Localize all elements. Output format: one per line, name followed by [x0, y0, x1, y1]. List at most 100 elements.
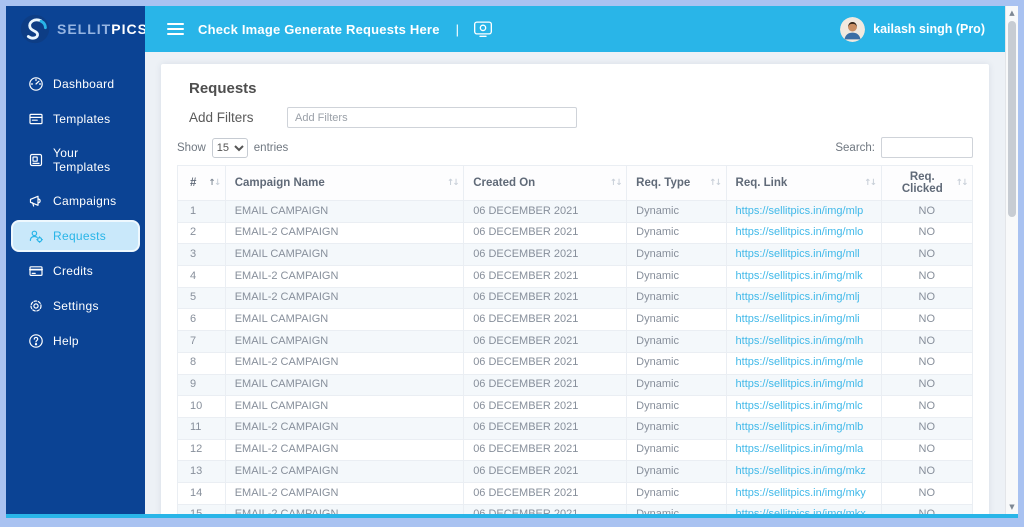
column-header[interactable]: Req. Link ↑↓: [725, 165, 882, 201]
row-number: 8: [177, 351, 226, 375]
req-link[interactable]: https://sellitpics.in/img/mlb: [736, 421, 864, 434]
row-number: 4: [177, 265, 226, 288]
column-header[interactable]: Req. Clicked ↑↓: [880, 165, 974, 201]
campaign-name: EMAIL-2 CAMPAIGN: [224, 351, 465, 375]
row-number: 5: [177, 286, 226, 310]
req-type: Dynamic: [626, 221, 727, 245]
req-clicked: NO: [880, 200, 974, 223]
column-header[interactable]: Req. Type ↑↓: [626, 165, 727, 201]
req-link[interactable]: https://sellitpics.in/img/mlp: [736, 205, 864, 217]
sidebar-item-credits[interactable]: Credits: [11, 255, 140, 287]
app-window: SELLITPICS Dashboard Templates Your Templa…: [6, 6, 1018, 518]
user-name: kailash singh (Pro): [873, 22, 985, 36]
created-on: 06 DECEMBER 2021: [463, 200, 628, 223]
vertical-scrollbar[interactable]: ▲ ▼: [1005, 6, 1018, 518]
req-clicked: NO: [880, 330, 974, 353]
brand-name: SELLITPICS: [57, 21, 148, 37]
created-on: 06 DECEMBER 2021: [463, 351, 628, 375]
created-on: 06 DECEMBER 2021: [463, 308, 628, 332]
column-header[interactable]: Campaign Name ↑↓: [224, 165, 465, 201]
sidebar-item-your-templates[interactable]: Your Templates: [11, 138, 140, 182]
sidebar-item-templates[interactable]: Templates: [11, 103, 140, 135]
image-generator-icon[interactable]: [473, 20, 493, 38]
scroll-up-icon[interactable]: ▲: [1006, 7, 1018, 19]
req-link[interactable]: https://sellitpics.in/img/mli: [736, 313, 860, 325]
entries-select[interactable]: 15: [211, 137, 248, 158]
sidebar-item-settings[interactable]: Settings: [11, 290, 140, 322]
req-type: Dynamic: [626, 395, 727, 418]
req-type: Dynamic: [626, 460, 727, 483]
scrollbar-thumb[interactable]: [1008, 21, 1016, 217]
req-clicked: NO: [880, 243, 974, 267]
req-link-cell: https://sellitpics.in/img/mll: [725, 243, 882, 267]
user-menu[interactable]: kailash singh (Pro): [840, 16, 985, 42]
table-row: 11 EMAIL-2 CAMPAIGN 06 DECEMBER 2021 Dynami…: [177, 416, 974, 440]
campaign-name: EMAIL-2 CAMPAIGN: [224, 460, 465, 483]
campaign-name: EMAIL-2 CAMPAIGN: [224, 221, 465, 245]
req-clicked: NO: [880, 395, 974, 418]
sidebar-item-dashboard[interactable]: Dashboard: [11, 68, 140, 100]
your-templates-icon: [28, 152, 44, 168]
req-link[interactable]: https://sellitpics.in/img/mlh: [736, 335, 864, 347]
req-link[interactable]: https://sellitpics.in/img/mld: [736, 378, 864, 390]
req-type: Dynamic: [626, 481, 727, 505]
sidebar-item-campaigns[interactable]: Campaigns: [11, 185, 140, 217]
table-row: 4 EMAIL-2 CAMPAIGN 06 DECEMBER 2021 Dynamic…: [177, 265, 974, 288]
table-row: 14 EMAIL-2 CAMPAIGN 06 DECEMBER 2021 Dynami…: [177, 481, 974, 505]
scroll-down-icon[interactable]: ▼: [1006, 501, 1018, 513]
req-link[interactable]: https://sellitpics.in/img/mlj: [736, 291, 860, 304]
req-link-cell: https://sellitpics.in/img/mlp: [725, 200, 882, 223]
req-link[interactable]: https://sellitpics.in/img/mla: [736, 443, 864, 455]
filters-input[interactable]: [287, 107, 577, 128]
row-number: 2: [177, 221, 226, 245]
search-control: Search:: [835, 137, 973, 158]
req-link[interactable]: https://sellitpics.in/img/mlo: [736, 226, 864, 239]
req-link[interactable]: https://sellitpics.in/img/mle: [736, 356, 864, 369]
table-row: 2 EMAIL-2 CAMPAIGN 06 DECEMBER 2021 Dynamic…: [177, 221, 974, 245]
campaign-name: EMAIL-2 CAMPAIGN: [224, 438, 465, 462]
created-on: 06 DECEMBER 2021: [463, 395, 628, 418]
header-divider: |: [455, 21, 460, 37]
req-type: Dynamic: [626, 200, 727, 223]
req-link[interactable]: https://sellitpics.in/img/mkz: [736, 465, 866, 477]
page-title: Requests: [189, 80, 257, 97]
req-link-cell: https://sellitpics.in/img/mkz: [725, 460, 882, 483]
row-number: 1: [177, 200, 226, 223]
row-number: 11: [177, 416, 226, 440]
campaign-name: EMAIL CAMPAIGN: [224, 373, 465, 397]
templates-icon: [28, 111, 44, 127]
content-area: Requests Add Filters Show 15 entries Sea…: [145, 52, 1005, 518]
sidebar: SELLITPICS Dashboard Templates Your Templa…: [6, 6, 148, 518]
req-link[interactable]: https://sellitpics.in/img/mll: [736, 248, 860, 260]
created-on: 06 DECEMBER 2021: [463, 330, 628, 353]
req-link[interactable]: https://sellitpics.in/img/mlc: [736, 400, 863, 412]
sidebar-item-help[interactable]: Help: [11, 325, 140, 357]
column-header[interactable]: # ↑↓: [177, 165, 226, 201]
table-head: # ↑↓ Campaign Name ↑↓ Created On ↑↓ Req. Type ↑…: [177, 165, 974, 201]
search-input[interactable]: [881, 137, 973, 158]
sort-icon: ↑↓: [446, 178, 460, 188]
campaign-name: EMAIL CAMPAIGN: [224, 200, 465, 223]
req-link[interactable]: https://sellitpics.in/img/mky: [736, 487, 866, 499]
column-header[interactable]: Created On ↑↓: [463, 165, 628, 201]
row-number: 9: [177, 373, 226, 397]
created-on: 06 DECEMBER 2021: [463, 373, 628, 397]
menu-toggle-icon[interactable]: [167, 23, 184, 35]
requests-icon: [28, 228, 44, 244]
sort-icon: ↑↓: [864, 178, 877, 188]
table-row: 13 EMAIL-2 CAMPAIGN 06 DECEMBER 2021 Dynami…: [177, 460, 974, 483]
req-clicked: NO: [880, 265, 974, 288]
sidebar-nav: Dashboard Templates Your Templates Campaign…: [6, 68, 145, 360]
sidebar-item-label: Templates: [53, 112, 111, 126]
req-clicked: NO: [880, 286, 974, 310]
sidebar-item-label: Credits: [53, 264, 94, 278]
brand-logo[interactable]: SELLITPICS: [6, 6, 148, 52]
row-number: 10: [177, 395, 226, 418]
credits-icon: [28, 263, 44, 279]
campaign-name: EMAIL-2 CAMPAIGN: [224, 265, 465, 288]
table-row: 10 EMAIL CAMPAIGN 06 DECEMBER 2021 Dynamic h…: [177, 395, 974, 418]
req-link[interactable]: https://sellitpics.in/img/mlk: [736, 270, 863, 282]
sidebar-item-requests[interactable]: Requests: [11, 220, 140, 252]
req-link-cell: https://sellitpics.in/img/mlc: [725, 395, 882, 418]
req-link-cell: https://sellitpics.in/img/mld: [725, 373, 882, 397]
